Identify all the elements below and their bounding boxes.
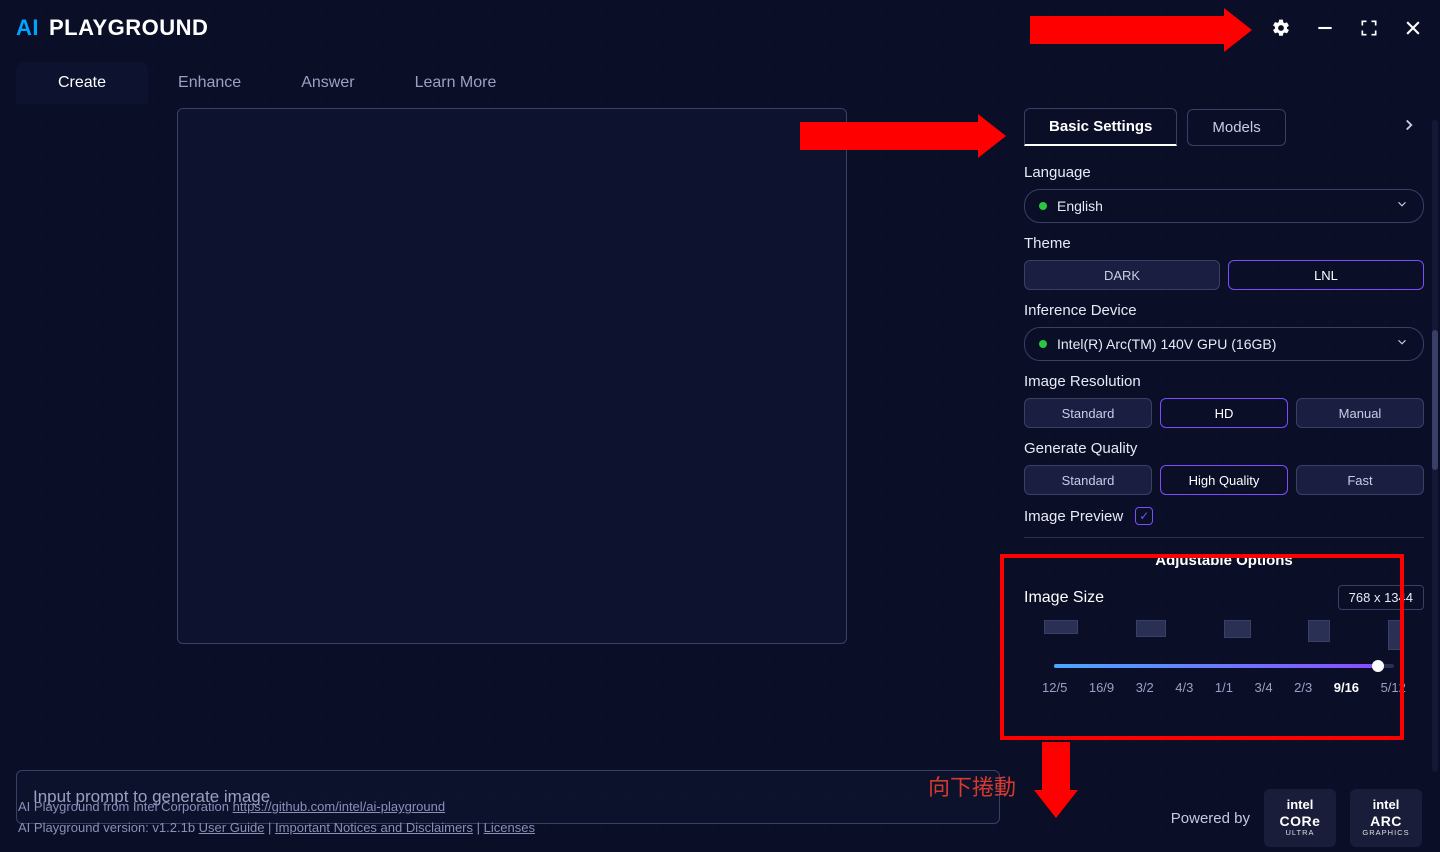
ratio-slider[interactable]	[1024, 658, 1424, 674]
imagesize-value: 768 x 1344	[1338, 585, 1424, 610]
annotation-text: 向下捲動	[928, 770, 1016, 802]
ratio-swatches	[1024, 620, 1424, 650]
ratio-label[interactable]: 4/3	[1175, 680, 1193, 695]
theme-lnl-button[interactable]: LNL	[1228, 260, 1424, 290]
footer-text: AI Playground from Intel Corporation	[18, 799, 233, 814]
slider-thumb[interactable]	[1372, 660, 1384, 672]
image-canvas	[177, 108, 847, 644]
quality-fast-button[interactable]: Fast	[1296, 465, 1424, 495]
status-dot-icon	[1039, 340, 1047, 348]
ratio-swatch[interactable]	[1044, 620, 1078, 634]
repo-link[interactable]: https://github.com/intel/ai-playground	[233, 799, 445, 814]
main-tabs: Create Enhance Answer Learn More	[0, 56, 1440, 104]
resolution-hd-button[interactable]: HD	[1160, 398, 1288, 428]
tab-create[interactable]: Create	[16, 62, 148, 104]
logo-ai: AI	[16, 15, 39, 41]
settings-collapse-icon[interactable]	[1400, 116, 1418, 139]
ratio-label[interactable]: 16/9	[1089, 680, 1114, 695]
settings-scrollbar[interactable]	[1432, 120, 1438, 772]
ratio-labels: 12/5 16/9 3/2 4/3 1/1 3/4 2/3 9/16 5/12	[1024, 674, 1424, 695]
device-value: Intel(R) Arc(TM) 140V GPU (16GB)	[1057, 336, 1276, 352]
intel-arc-badge: intel ARC GRAPHICS	[1350, 789, 1422, 847]
ratio-label[interactable]: 3/4	[1255, 680, 1273, 695]
language-value: English	[1057, 198, 1103, 214]
resolution-standard-button[interactable]: Standard	[1024, 398, 1152, 428]
theme-label: Theme	[1024, 235, 1424, 252]
preview-checkbox[interactable]: ✓	[1135, 507, 1153, 525]
chevron-down-icon	[1395, 335, 1409, 354]
ratio-label[interactable]: 3/2	[1136, 680, 1154, 695]
ratio-label[interactable]: 2/3	[1294, 680, 1312, 695]
licenses-link[interactable]: Licenses	[484, 820, 535, 835]
footer-version: AI Playground version: v1.2.1b	[18, 820, 199, 835]
tab-learn-more[interactable]: Learn More	[385, 62, 527, 104]
resolution-label: Image Resolution	[1024, 373, 1424, 390]
titlebar: AI PLAYGROUND	[0, 0, 1440, 56]
quality-label: Generate Quality	[1024, 440, 1424, 457]
maximize-icon[interactable]	[1358, 17, 1380, 39]
user-guide-link[interactable]: User Guide	[199, 820, 265, 835]
close-icon[interactable]	[1402, 17, 1424, 39]
settings-panel: Basic Settings Models Language English T…	[1024, 104, 1434, 756]
ratio-label[interactable]: 9/16	[1334, 680, 1359, 695]
tab-enhance[interactable]: Enhance	[148, 62, 271, 104]
settings-tab-basic[interactable]: Basic Settings	[1024, 108, 1177, 146]
logo-playground: PLAYGROUND	[49, 15, 208, 41]
minimize-icon[interactable]	[1314, 17, 1336, 39]
quality-standard-button[interactable]: Standard	[1024, 465, 1152, 495]
device-label: Inference Device	[1024, 302, 1424, 319]
adjustable-options: Adjustable Options Image Size 768 x 1344…	[1024, 537, 1424, 695]
device-dropdown[interactable]: Intel(R) Arc(TM) 140V GPU (16GB)	[1024, 327, 1424, 361]
tab-answer[interactable]: Answer	[271, 62, 384, 104]
app-logo: AI PLAYGROUND	[16, 15, 208, 41]
ratio-swatch[interactable]	[1308, 620, 1330, 642]
ratio-swatch[interactable]	[1388, 620, 1404, 650]
language-dropdown[interactable]: English	[1024, 189, 1424, 223]
quality-high-button[interactable]: High Quality	[1160, 465, 1288, 495]
adjustable-title: Adjustable Options	[1024, 552, 1424, 569]
powered-by-label: Powered by	[1171, 810, 1250, 827]
preview-label: Image Preview	[1024, 508, 1123, 525]
footer: AI Playground from Intel Corporation htt…	[0, 784, 1440, 852]
settings-tab-models[interactable]: Models	[1187, 109, 1285, 146]
notices-link[interactable]: Important Notices and Disclaimers	[275, 820, 473, 835]
status-dot-icon	[1039, 202, 1047, 210]
ratio-label[interactable]: 1/1	[1215, 680, 1233, 695]
theme-dark-button[interactable]: DARK	[1024, 260, 1220, 290]
ratio-label[interactable]: 5/12	[1381, 680, 1406, 695]
settings-gear-icon[interactable]	[1270, 17, 1292, 39]
intel-core-badge: intel CORe ULTRA	[1264, 789, 1336, 847]
ratio-label[interactable]: 12/5	[1042, 680, 1067, 695]
imagesize-label: Image Size	[1024, 589, 1104, 607]
chevron-down-icon	[1395, 197, 1409, 216]
language-label: Language	[1024, 164, 1424, 181]
ratio-swatch[interactable]	[1224, 620, 1251, 638]
resolution-manual-button[interactable]: Manual	[1296, 398, 1424, 428]
ratio-swatch[interactable]	[1136, 620, 1166, 637]
